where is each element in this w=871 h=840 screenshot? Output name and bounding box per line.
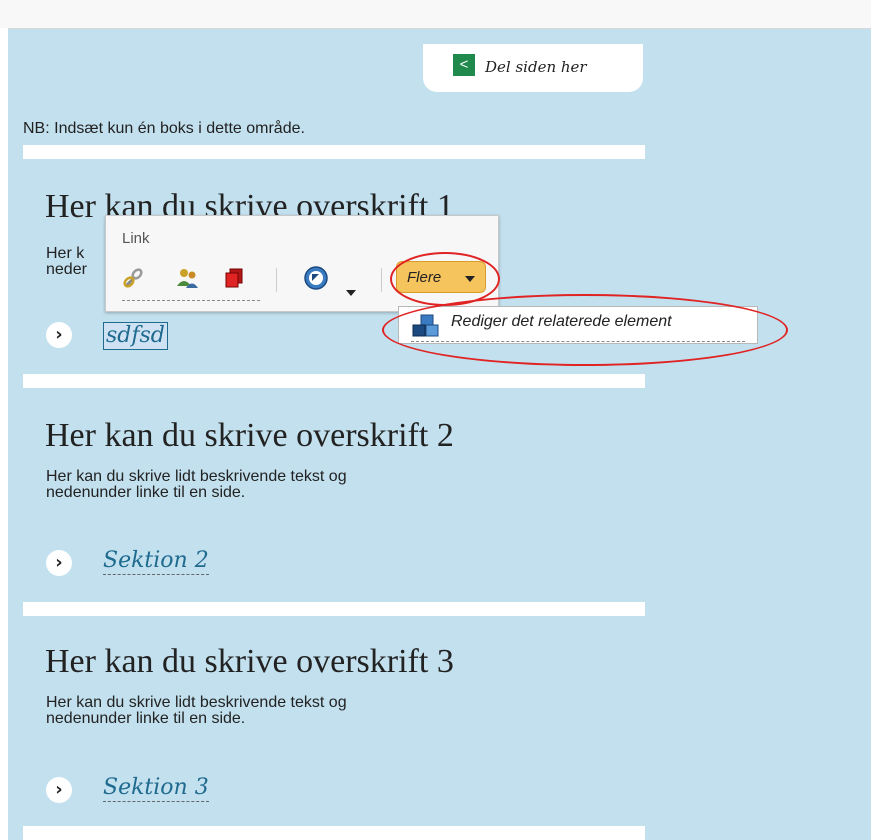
- top-bar: [0, 0, 871, 28]
- section-description: Her kan du skrive lidt beskrivende tekst…: [46, 694, 347, 711]
- share-icon: <: [453, 54, 475, 76]
- share-tab[interactable]: < Del siden her: [423, 44, 643, 92]
- chevron-right-icon: ›: [46, 550, 72, 576]
- section-divider: [23, 602, 645, 616]
- section-link[interactable]: Sektion 3: [103, 775, 209, 802]
- section-divider: [23, 826, 645, 840]
- section-link[interactable]: Sektion 2: [103, 548, 209, 575]
- section-description: nedenunder linke til en side.: [46, 484, 246, 501]
- annotation-circle: [382, 294, 788, 366]
- notice-text: NB: Indsæt kun én boks i dette område.: [23, 120, 305, 137]
- toolbar-separator: [381, 268, 382, 292]
- section-heading: Her kan du skrive overskrift 3: [45, 643, 454, 680]
- link-icon[interactable]: [122, 266, 146, 290]
- copy-icon[interactable]: [222, 266, 246, 290]
- chevron-right-icon: ›: [46, 322, 72, 348]
- section-divider: [23, 145, 645, 159]
- section-description: neder: [46, 261, 87, 278]
- section-heading: Her kan du skrive overskrift 2: [45, 417, 454, 454]
- chevron-down-icon[interactable]: [346, 290, 356, 296]
- section-link[interactable]: sdfsd: [103, 322, 168, 350]
- toolbar-label: Link: [122, 230, 150, 247]
- toolbar-separator: [276, 268, 277, 292]
- chevron-right-icon: ›: [46, 777, 72, 803]
- share-label: Del siden her: [485, 58, 587, 76]
- section-description: Her k: [46, 245, 85, 262]
- navigate-icon[interactable]: [304, 266, 328, 290]
- users-icon[interactable]: [176, 266, 200, 290]
- section-description: nedenunder linke til en side.: [46, 710, 246, 727]
- section-description: Her kan du skrive lidt beskrivende tekst…: [46, 468, 347, 485]
- toolbar-underline: [122, 300, 260, 301]
- section-divider: [23, 374, 645, 388]
